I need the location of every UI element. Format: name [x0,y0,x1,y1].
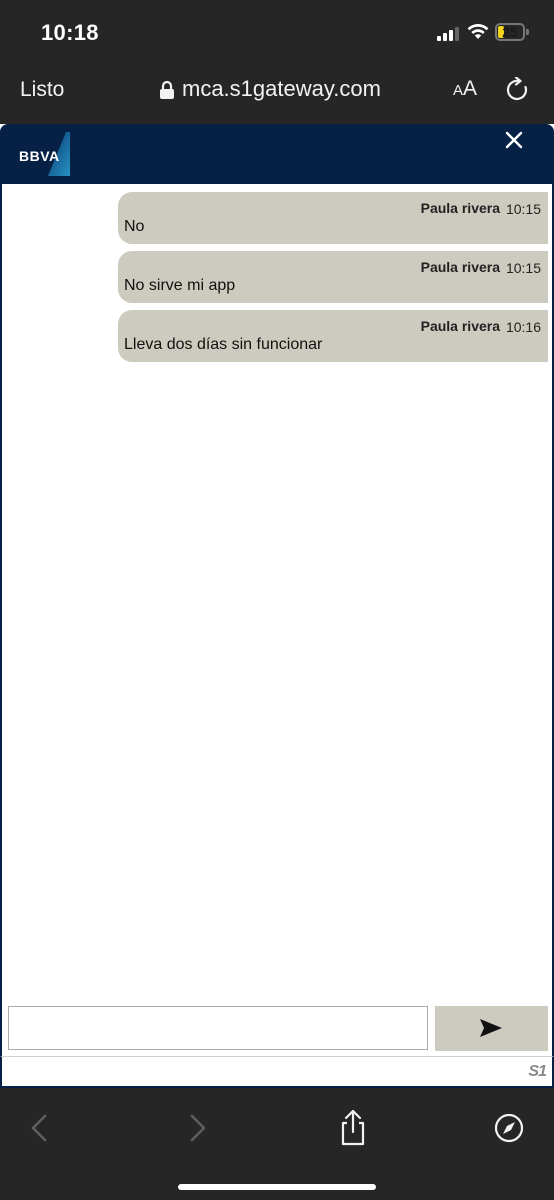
battery-percent: 25 [502,24,518,40]
message-list: Paula rivera 10:15 No Paula rivera 10:15… [0,184,554,1000]
message-time: 10:15 [505,260,541,276]
chat-footer: S1 [0,1056,554,1088]
bbva-logo: BBVA [18,132,70,176]
web-page: BBVA Paula rivera 10:15 No Paula rivera … [0,124,554,1088]
message-bubble: Paula rivera 10:16 Lleva dos días sin fu… [118,310,548,362]
brand-name: BBVA [19,148,60,164]
lock-icon [160,80,174,99]
message-composer [0,1000,554,1056]
compass-icon[interactable] [489,1108,529,1148]
battery-tip [526,29,529,35]
message-bubble: Paula rivera 10:15 No [118,192,548,244]
battery-icon: 25 [495,23,525,41]
forward-icon[interactable] [177,1108,217,1148]
browser-url-bar: Listo mca.s1gateway.com AA [0,62,554,124]
message-sender: Paula rivera [420,318,500,334]
send-icon [480,1019,502,1037]
browser-toolbar [0,1088,554,1200]
url-field[interactable]: mca.s1gateway.com [182,76,381,102]
status-bar: 10:18 25 [0,0,554,62]
share-icon[interactable] [333,1108,373,1148]
message-sender: Paula rivera [420,259,500,275]
text-size-big-glyph: A [463,77,478,100]
message-text: No [124,218,145,235]
done-button[interactable]: Listo [20,78,64,102]
message-sender: Paula rivera [420,200,500,216]
message-time: 10:15 [505,201,541,217]
send-button[interactable] [435,1006,548,1051]
message-text: No sirve mi app [124,277,236,294]
text-size-small-glyph: A [453,82,464,99]
message-bubble: Paula rivera 10:15 No sirve mi app [118,251,548,303]
chat-header: BBVA [0,124,554,184]
cellular-signal-icon [437,27,461,41]
back-icon[interactable] [20,1108,60,1148]
home-indicator [178,1184,376,1190]
status-time: 10:18 [41,20,99,45]
close-icon[interactable] [500,126,528,154]
s1-logo: S1 [528,1063,547,1080]
message-input[interactable] [8,1006,428,1050]
reload-icon[interactable] [505,77,531,103]
chat-window: BBVA Paula rivera 10:15 No Paula rivera … [0,124,554,1088]
message-text: Lleva dos días sin funcionar [124,336,323,353]
message-time: 10:16 [505,319,541,335]
text-size-icon[interactable]: AA [453,77,477,101]
wifi-icon [467,24,489,39]
